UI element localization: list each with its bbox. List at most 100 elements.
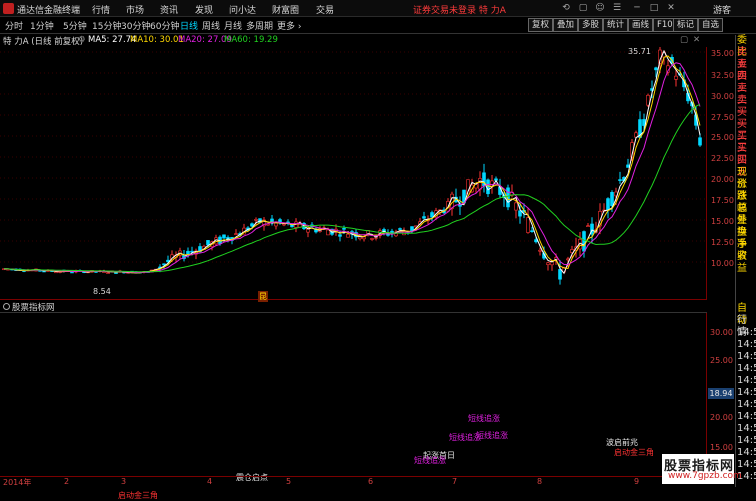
close-icon[interactable]: ✕ <box>665 2 677 14</box>
login-status[interactable]: 证券交易未登录 特 力A <box>413 3 506 16</box>
indicator-tick: 25.00 <box>710 356 733 365</box>
price-tick: 32.50 <box>711 71 734 80</box>
indicator-title-bar: 股票指标网 <box>0 300 707 313</box>
btn-stats[interactable]: 统计 <box>603 18 629 32</box>
tf-60min[interactable]: 60分钟 <box>150 19 179 32</box>
visitor-label[interactable]: 游客 <box>713 3 731 16</box>
candle-body <box>346 233 350 238</box>
tf-more[interactable]: 更多 › <box>277 19 302 32</box>
date-label: 4 <box>207 477 213 486</box>
tf-intraday[interactable]: 分时 <box>5 19 23 32</box>
tf-5min[interactable]: 5分钟 <box>63 19 87 32</box>
panel-close-icon[interactable]: ✕ <box>693 35 700 45</box>
tf-daily[interactable]: 日线 <box>180 19 198 32</box>
app-title: 通达信金融终端 <box>17 6 81 16</box>
btn-mark[interactable]: 标记 <box>673 18 699 32</box>
panel-max-icon[interactable]: ▢ <box>680 35 688 45</box>
timeframe-bar: 分时 1分钟 5分钟 15分钟 30分钟 60分钟 日线 周线 月线 多周期 更… <box>0 17 756 34</box>
candle-body <box>582 231 586 252</box>
price-tick: 22.50 <box>711 154 734 163</box>
btn-overlay[interactable]: 叠加 <box>553 18 579 32</box>
date-label: 2014年 <box>3 478 32 487</box>
signal-label: 短线追涨 <box>468 414 500 423</box>
tick-time: 14:5 <box>737 327 756 338</box>
tf-weekly[interactable]: 周线 <box>202 19 220 32</box>
btn-draw[interactable]: 画线 <box>628 18 654 32</box>
tick-time: 14:5 <box>737 339 756 350</box>
tf-more-label: 更多 <box>277 22 296 32</box>
signal-label: 短线追涨 <box>414 456 446 465</box>
price-tick: 20.00 <box>711 175 734 184</box>
settings-icon[interactable]: ▢ <box>577 2 589 14</box>
date-label: 9 <box>634 477 640 486</box>
price-chart[interactable]: 35.71 8.54 昆 <box>0 43 707 302</box>
tf-multi[interactable]: 多周期 <box>246 19 273 32</box>
chevron-right-icon: › <box>297 22 302 32</box>
tick-time: 14:5 <box>737 351 756 362</box>
title-bar: 通达信金融终端 行情 市场 资讯 发现 问小达 财富圈 交易 证券交易未登录 特… <box>0 0 756 17</box>
candle-body <box>558 269 562 280</box>
btn-multi-stock[interactable]: 多股 <box>578 18 604 32</box>
info-settings-icon[interactable]: ⚙ <box>78 35 86 45</box>
refresh-icon[interactable]: ⟲ <box>560 2 572 14</box>
app-logo-icon <box>3 3 14 14</box>
menu-discover[interactable]: 发现 <box>195 3 213 16</box>
btn-adjust[interactable]: 复权 <box>528 18 554 32</box>
menu-trade[interactable]: 交易 <box>316 3 334 16</box>
candle-body <box>338 234 342 237</box>
menu-ask[interactable]: 问小达 <box>229 3 256 16</box>
price-tick: 15.00 <box>711 217 734 226</box>
candle-body <box>610 192 614 207</box>
signal-label: 短线追涨 <box>476 431 508 440</box>
candle-body <box>342 228 346 230</box>
candle-body <box>206 240 210 246</box>
ma60-value: MA60: 19.29 <box>224 35 278 45</box>
candle-body <box>254 219 258 221</box>
candle-body <box>306 228 310 233</box>
menu-icon[interactable]: ☰ <box>611 2 623 14</box>
indicator-panel[interactable]: 短线追涨 短线追涨 短线追涨 起涨首日 短线追涨 震仓启点 启动金三角 波启前兆… <box>0 313 707 500</box>
candle-body <box>234 233 238 235</box>
tf-15min[interactable]: 15分钟 <box>92 19 121 32</box>
candle-body <box>106 272 110 274</box>
candle-body <box>398 228 402 230</box>
date-label: 5 <box>286 477 292 486</box>
tf-monthly[interactable]: 月线 <box>224 19 242 32</box>
date-axis: 2014年 2 3 4 5 6 7 8 9 <box>0 476 707 487</box>
date-label: 2 <box>64 477 70 486</box>
tick-time: 14:5 <box>737 387 756 398</box>
tick-time: 14:5 <box>737 459 756 470</box>
price-tick: 27.50 <box>711 113 734 122</box>
candle-body <box>222 234 226 239</box>
signal-label: 启动金三角 <box>614 448 654 457</box>
minimize-icon[interactable]: ─ <box>631 2 643 14</box>
menu-market-center[interactable]: 市场 <box>126 3 144 16</box>
menu-news[interactable]: 资讯 <box>160 3 178 16</box>
candle-body <box>162 263 166 266</box>
tf-1min[interactable]: 1分钟 <box>30 19 54 32</box>
candle-body <box>430 212 434 218</box>
tick-time: 14:5 <box>737 435 756 446</box>
btn-favorite[interactable]: 自选 <box>698 18 724 32</box>
date-label: 8 <box>537 477 543 486</box>
candle-body <box>518 210 522 217</box>
candle-body <box>674 75 678 80</box>
ma5-line <box>3 49 701 275</box>
quote-side-panel: 委比 卖五 卖四 卖三 卖二 卖一 买一 买二 买三 买四 买五 现价 涨跌 涨… <box>735 35 756 487</box>
tick-time: 14:5 <box>737 411 756 422</box>
candle-body <box>114 272 118 274</box>
menu-wealth[interactable]: 财富圈 <box>272 3 299 16</box>
ma10-line <box>3 55 701 274</box>
low-label: 8.54 <box>93 287 111 296</box>
maximize-icon[interactable]: □ <box>648 2 660 14</box>
tf-30min[interactable]: 30分钟 <box>121 19 150 32</box>
menu-market[interactable]: 行情 <box>92 3 110 16</box>
indicator-settings-icon[interactable] <box>3 303 10 310</box>
price-tick: 10.00 <box>711 259 734 268</box>
candle-body <box>586 225 590 228</box>
tick-time: 14:5 <box>737 447 756 458</box>
candle-body <box>186 250 190 255</box>
user-icon[interactable]: ☺ <box>594 2 606 14</box>
high-label: 35.71 <box>628 47 651 56</box>
candle-body <box>606 198 610 211</box>
